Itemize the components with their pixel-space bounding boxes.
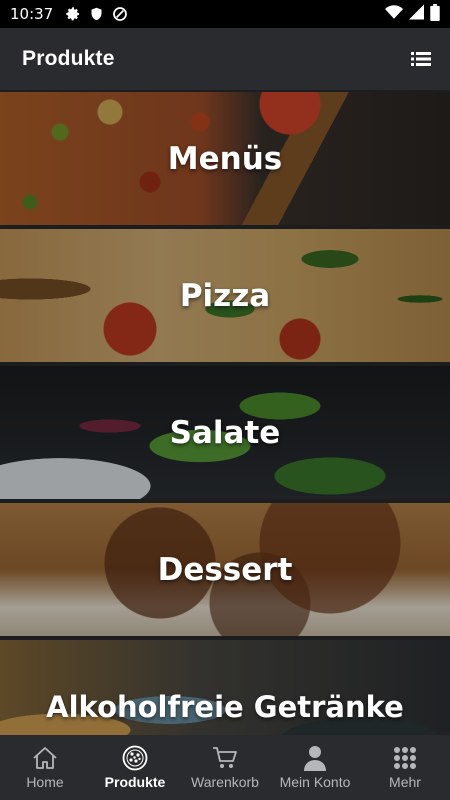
nav-label: Produkte — [104, 774, 166, 790]
status-bar: 10:37 — [0, 0, 450, 28]
category-tile-dessert[interactable]: Dessert — [0, 503, 450, 636]
nav-label: Warenkorb — [191, 774, 259, 790]
category-label: Menüs — [167, 140, 283, 177]
category-label: Salate — [169, 414, 281, 451]
at-sign-icon — [112, 6, 128, 22]
nav-item-warenkorb[interactable]: Warenkorb — [180, 735, 270, 800]
home-icon — [32, 745, 58, 771]
cell-signal-icon — [409, 4, 424, 24]
category-list: Menüs Pizza Salate Dessert Alkoholfreie … — [0, 90, 450, 735]
nav-item-home[interactable]: Home — [0, 735, 90, 800]
shield-icon — [89, 6, 104, 22]
category-tile-pizza[interactable]: Pizza — [0, 229, 450, 362]
page-title: Produkte — [22, 47, 115, 70]
nav-item-mein-konto[interactable]: Mein Konto — [270, 735, 360, 800]
nav-label: Mein Konto — [279, 774, 351, 790]
nav-label: Home — [26, 774, 64, 790]
category-label: Alkoholfreie Getränke — [46, 689, 404, 724]
status-time: 10:37 — [10, 5, 54, 23]
grid-dots-icon — [392, 745, 418, 771]
cart-icon — [212, 745, 238, 771]
battery-icon — [430, 3, 440, 25]
category-label: Dessert — [157, 551, 293, 588]
person-icon — [302, 745, 328, 771]
list-view-icon[interactable] — [408, 46, 434, 72]
app-bar: Produkte — [0, 28, 450, 90]
nav-label: Mehr — [389, 774, 421, 790]
pizza-icon — [122, 745, 148, 771]
category-tile-menus[interactable]: Menüs — [0, 92, 450, 225]
bottom-nav: Home Produkte Warenkorb Mein Konto Mehr — [0, 735, 450, 800]
category-tile-salate[interactable]: Salate — [0, 366, 450, 499]
category-label: Pizza — [179, 277, 271, 314]
gear-icon — [65, 6, 81, 22]
nav-item-produkte[interactable]: Produkte — [90, 735, 180, 800]
nav-item-mehr[interactable]: Mehr — [360, 735, 450, 800]
category-tile-getraenke[interactable]: Alkoholfreie Getränke — [0, 640, 450, 735]
wifi-icon — [385, 4, 403, 24]
